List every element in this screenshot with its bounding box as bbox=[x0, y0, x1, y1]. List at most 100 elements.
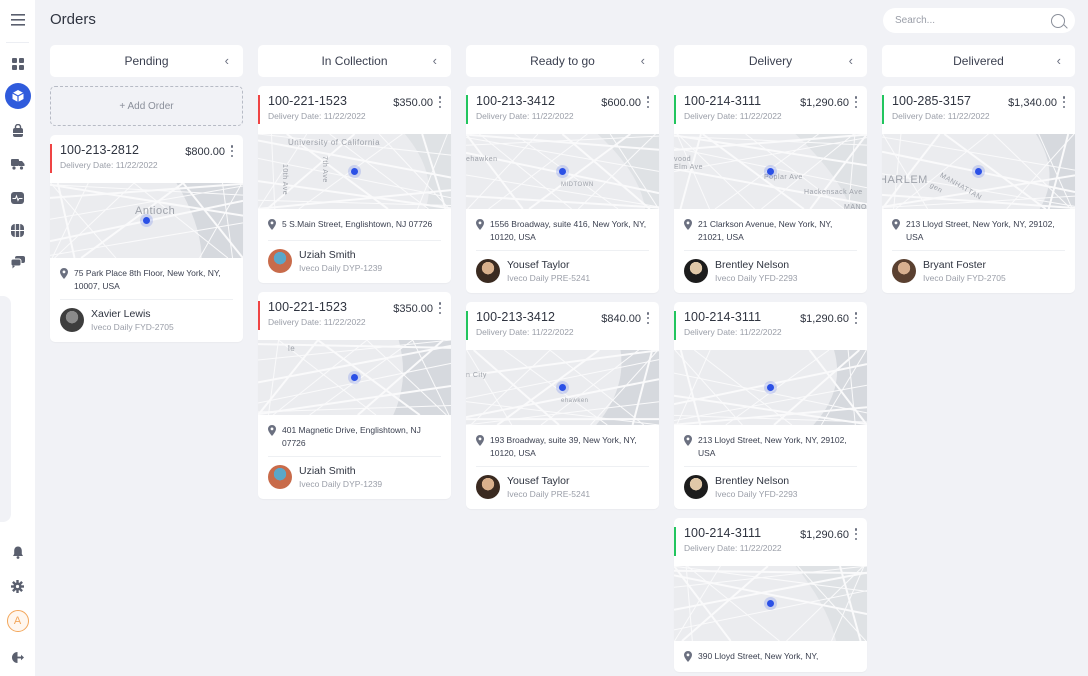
more-options-icon[interactable] bbox=[228, 143, 236, 159]
order-card[interactable]: 100-285-3157 Delivery Date: 11/22/2022 $… bbox=[882, 86, 1075, 293]
order-card[interactable]: 100-214-3111 Delivery Date: 11/22/2022 $… bbox=[674, 302, 867, 509]
search-input[interactable] bbox=[895, 15, 1051, 26]
delivery-address: 193 Broadway, suite 39, New York, NY, 10… bbox=[466, 425, 659, 466]
delivery-date: Delivery Date: 11/22/2022 bbox=[476, 111, 574, 121]
map-preview[interactable]: n City ehawken bbox=[466, 350, 659, 425]
chevron-left-icon[interactable]: ‹ bbox=[641, 53, 645, 68]
driver-avatar bbox=[60, 308, 84, 332]
search-box[interactable] bbox=[883, 8, 1075, 33]
column-ready-to-go: Ready to go ‹ 100-213-3412 Delivery Date… bbox=[466, 45, 659, 509]
driver-info: Brentley Nelson Iveco Daily YFD-2293 bbox=[674, 467, 867, 509]
add-order-button[interactable]: + Add Order bbox=[50, 86, 243, 126]
order-card[interactable]: 100-214-3111 Delivery Date: 11/22/2022 $… bbox=[674, 86, 867, 293]
shopping-bag-icon bbox=[12, 123, 23, 137]
sidebar-item-shop[interactable] bbox=[0, 118, 35, 142]
delivery-address: 5 S.Main Street, Englishtown, NJ 07726 bbox=[258, 209, 451, 240]
sidebar-item-orders[interactable] bbox=[0, 83, 35, 109]
address-text: 75 Park Place 8th Floor, New York, NY, 1… bbox=[74, 268, 221, 291]
sidebar-item-logout[interactable] bbox=[0, 645, 35, 669]
status-indicator bbox=[50, 144, 52, 173]
delivery-address: 213 Lloyd Street, New York, NY, 29102, U… bbox=[882, 209, 1075, 250]
map-pin-icon bbox=[60, 268, 69, 293]
order-card[interactable]: 100-221-1523 Delivery Date: 11/22/2022 $… bbox=[258, 86, 451, 283]
chevron-left-icon[interactable]: ‹ bbox=[433, 53, 437, 68]
more-options-icon[interactable] bbox=[852, 94, 860, 110]
order-price: $1,290.60 bbox=[800, 529, 849, 541]
map-preview[interactable]: ehawken MIDTOWN bbox=[466, 134, 659, 209]
location-marker-icon bbox=[767, 600, 774, 607]
more-options-icon[interactable] bbox=[1060, 94, 1068, 110]
delivery-date: Delivery Date: 11/22/2022 bbox=[684, 543, 782, 553]
map-preview[interactable] bbox=[674, 350, 867, 425]
map-preview[interactable] bbox=[674, 566, 867, 641]
sidebar-item-profile[interactable]: A bbox=[0, 609, 35, 633]
map-pin-icon bbox=[684, 651, 693, 666]
column-header[interactable]: In Collection ‹ bbox=[258, 45, 451, 77]
sidebar-item-settings[interactable] bbox=[0, 574, 35, 598]
more-options-icon[interactable] bbox=[644, 94, 652, 110]
order-card-header: 100-214-3111 Delivery Date: 11/22/2022 $… bbox=[674, 302, 867, 350]
map-preview[interactable]: le bbox=[258, 340, 451, 415]
map-pin-icon bbox=[684, 219, 693, 244]
map-label: University of California bbox=[288, 138, 381, 147]
column-header[interactable]: Delivery ‹ bbox=[674, 45, 867, 77]
order-price: $800.00 bbox=[185, 146, 225, 158]
order-card[interactable]: 100-214-3111 Delivery Date: 11/22/2022 $… bbox=[674, 518, 867, 672]
location-marker-icon bbox=[767, 384, 774, 391]
map-preview[interactable]: HARLEM MANHATTAN gen bbox=[882, 134, 1075, 209]
truck-icon bbox=[10, 159, 24, 170]
map-preview[interactable]: voodElm Ave Poplar Ave Hackensack Ave MANOR… bbox=[674, 134, 867, 209]
sidebar-item-monitoring[interactable] bbox=[0, 186, 35, 210]
chevron-left-icon[interactable]: ‹ bbox=[1057, 53, 1061, 68]
sidebar-item-messages[interactable] bbox=[0, 250, 35, 274]
vehicle-info: Iveco Daily PRE-5241 bbox=[507, 489, 591, 499]
column-header[interactable]: Pending ‹ bbox=[50, 45, 243, 77]
more-options-icon[interactable] bbox=[852, 310, 860, 326]
more-options-icon[interactable] bbox=[644, 310, 652, 326]
order-card-header: 100-221-1523 Delivery Date: 11/22/2022 $… bbox=[258, 292, 451, 340]
order-card[interactable]: 100-213-3412 Delivery Date: 11/22/2022 $… bbox=[466, 86, 659, 293]
location-marker-icon bbox=[143, 217, 150, 224]
sidebar-item-dashboard[interactable] bbox=[0, 52, 35, 76]
map-preview[interactable]: University of California7th Ave10th Ave1… bbox=[258, 134, 451, 209]
order-card-header: 100-213-2812 Delivery Date: 11/22/2022 $… bbox=[50, 135, 243, 183]
column-in-collection: In Collection ‹ 100-221-1523 Delivery Da… bbox=[258, 45, 451, 499]
more-options-icon[interactable] bbox=[852, 526, 860, 542]
location-marker-icon bbox=[767, 168, 774, 175]
map-label: ehawken bbox=[466, 156, 498, 163]
map-label: Elm Ave bbox=[674, 164, 704, 171]
map-label: Poplar Ave bbox=[764, 174, 803, 181]
more-options-icon[interactable] bbox=[436, 300, 444, 316]
map-pin-icon bbox=[268, 219, 277, 234]
address-text: 193 Broadway, suite 39, New York, NY, 10… bbox=[490, 435, 637, 458]
driver-info: Uziah Smith Iveco Daily DYP-1239 bbox=[258, 457, 451, 499]
column-header[interactable]: Delivered ‹ bbox=[882, 45, 1075, 77]
sidebar-item-notifications[interactable] bbox=[0, 540, 35, 564]
sidebar-item-zones[interactable] bbox=[0, 218, 35, 242]
chevron-left-icon[interactable]: ‹ bbox=[849, 53, 853, 68]
driver-name: Yousef Taylor bbox=[507, 259, 570, 271]
sidebar-item-fleet[interactable] bbox=[0, 152, 35, 176]
vehicle-info: Iveco Daily PRE-5241 bbox=[507, 273, 591, 283]
more-options-icon[interactable] bbox=[436, 94, 444, 110]
order-card[interactable]: 100-213-2812 Delivery Date: 11/22/2022 $… bbox=[50, 135, 243, 342]
box-icon bbox=[11, 90, 24, 102]
sidebar-panel bbox=[0, 296, 11, 522]
column-title: Ready to go bbox=[530, 54, 595, 68]
map-pin-icon bbox=[476, 219, 485, 244]
column-header[interactable]: Ready to go ‹ bbox=[466, 45, 659, 77]
order-price: $1,340.00 bbox=[1008, 97, 1057, 109]
order-card[interactable]: 100-213-3412 Delivery Date: 11/22/2022 $… bbox=[466, 302, 659, 509]
chevron-left-icon[interactable]: ‹ bbox=[225, 53, 229, 68]
map-preview[interactable]: Antioch bbox=[50, 183, 243, 258]
order-card[interactable]: 100-221-1523 Delivery Date: 11/22/2022 $… bbox=[258, 292, 451, 499]
search-icon[interactable] bbox=[1051, 13, 1065, 28]
order-price: $1,290.60 bbox=[800, 313, 849, 325]
map-pin-icon bbox=[268, 425, 277, 450]
driver-avatar bbox=[476, 259, 500, 283]
map-label: HARLEM bbox=[882, 174, 928, 186]
vehicle-info: Iveco Daily FYD-2705 bbox=[923, 273, 1006, 283]
column-delivered: Delivered ‹ 100-285-3157 Delivery Date: … bbox=[882, 45, 1075, 293]
hamburger-menu-icon[interactable] bbox=[0, 8, 35, 32]
delivery-address: 213 Lloyd Street, New York, NY, 29102, U… bbox=[674, 425, 867, 466]
